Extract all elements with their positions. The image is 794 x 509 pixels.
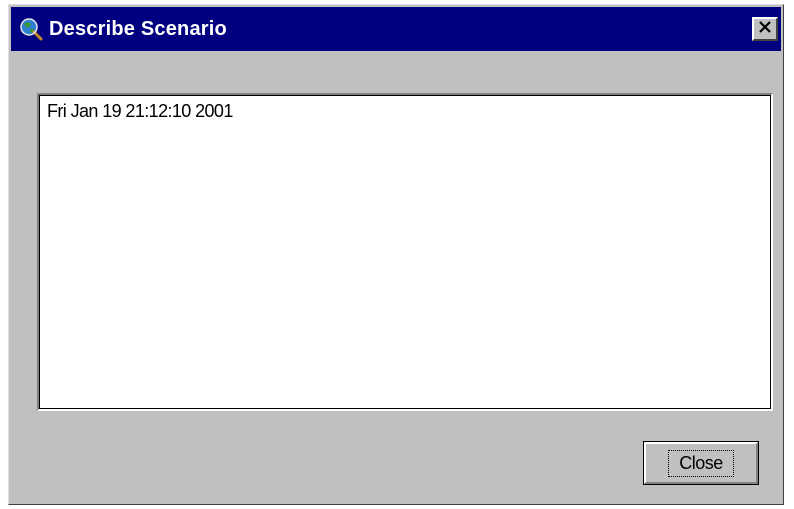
window-title: Describe Scenario (49, 17, 227, 40)
close-button-face: Close (644, 442, 758, 484)
close-icon (758, 20, 772, 39)
close-button-label: Close (668, 449, 734, 477)
title-close-button[interactable] (752, 17, 778, 41)
close-button[interactable]: Close (643, 441, 759, 485)
globe-magnifier-icon (19, 17, 43, 41)
describe-scenario-dialog: Describe Scenario Fri Jan 19 21:12:10 20… (8, 4, 784, 505)
title-bar[interactable]: Describe Scenario (11, 7, 781, 51)
scenario-description-text[interactable]: Fri Jan 19 21:12:10 2001 (37, 93, 773, 411)
